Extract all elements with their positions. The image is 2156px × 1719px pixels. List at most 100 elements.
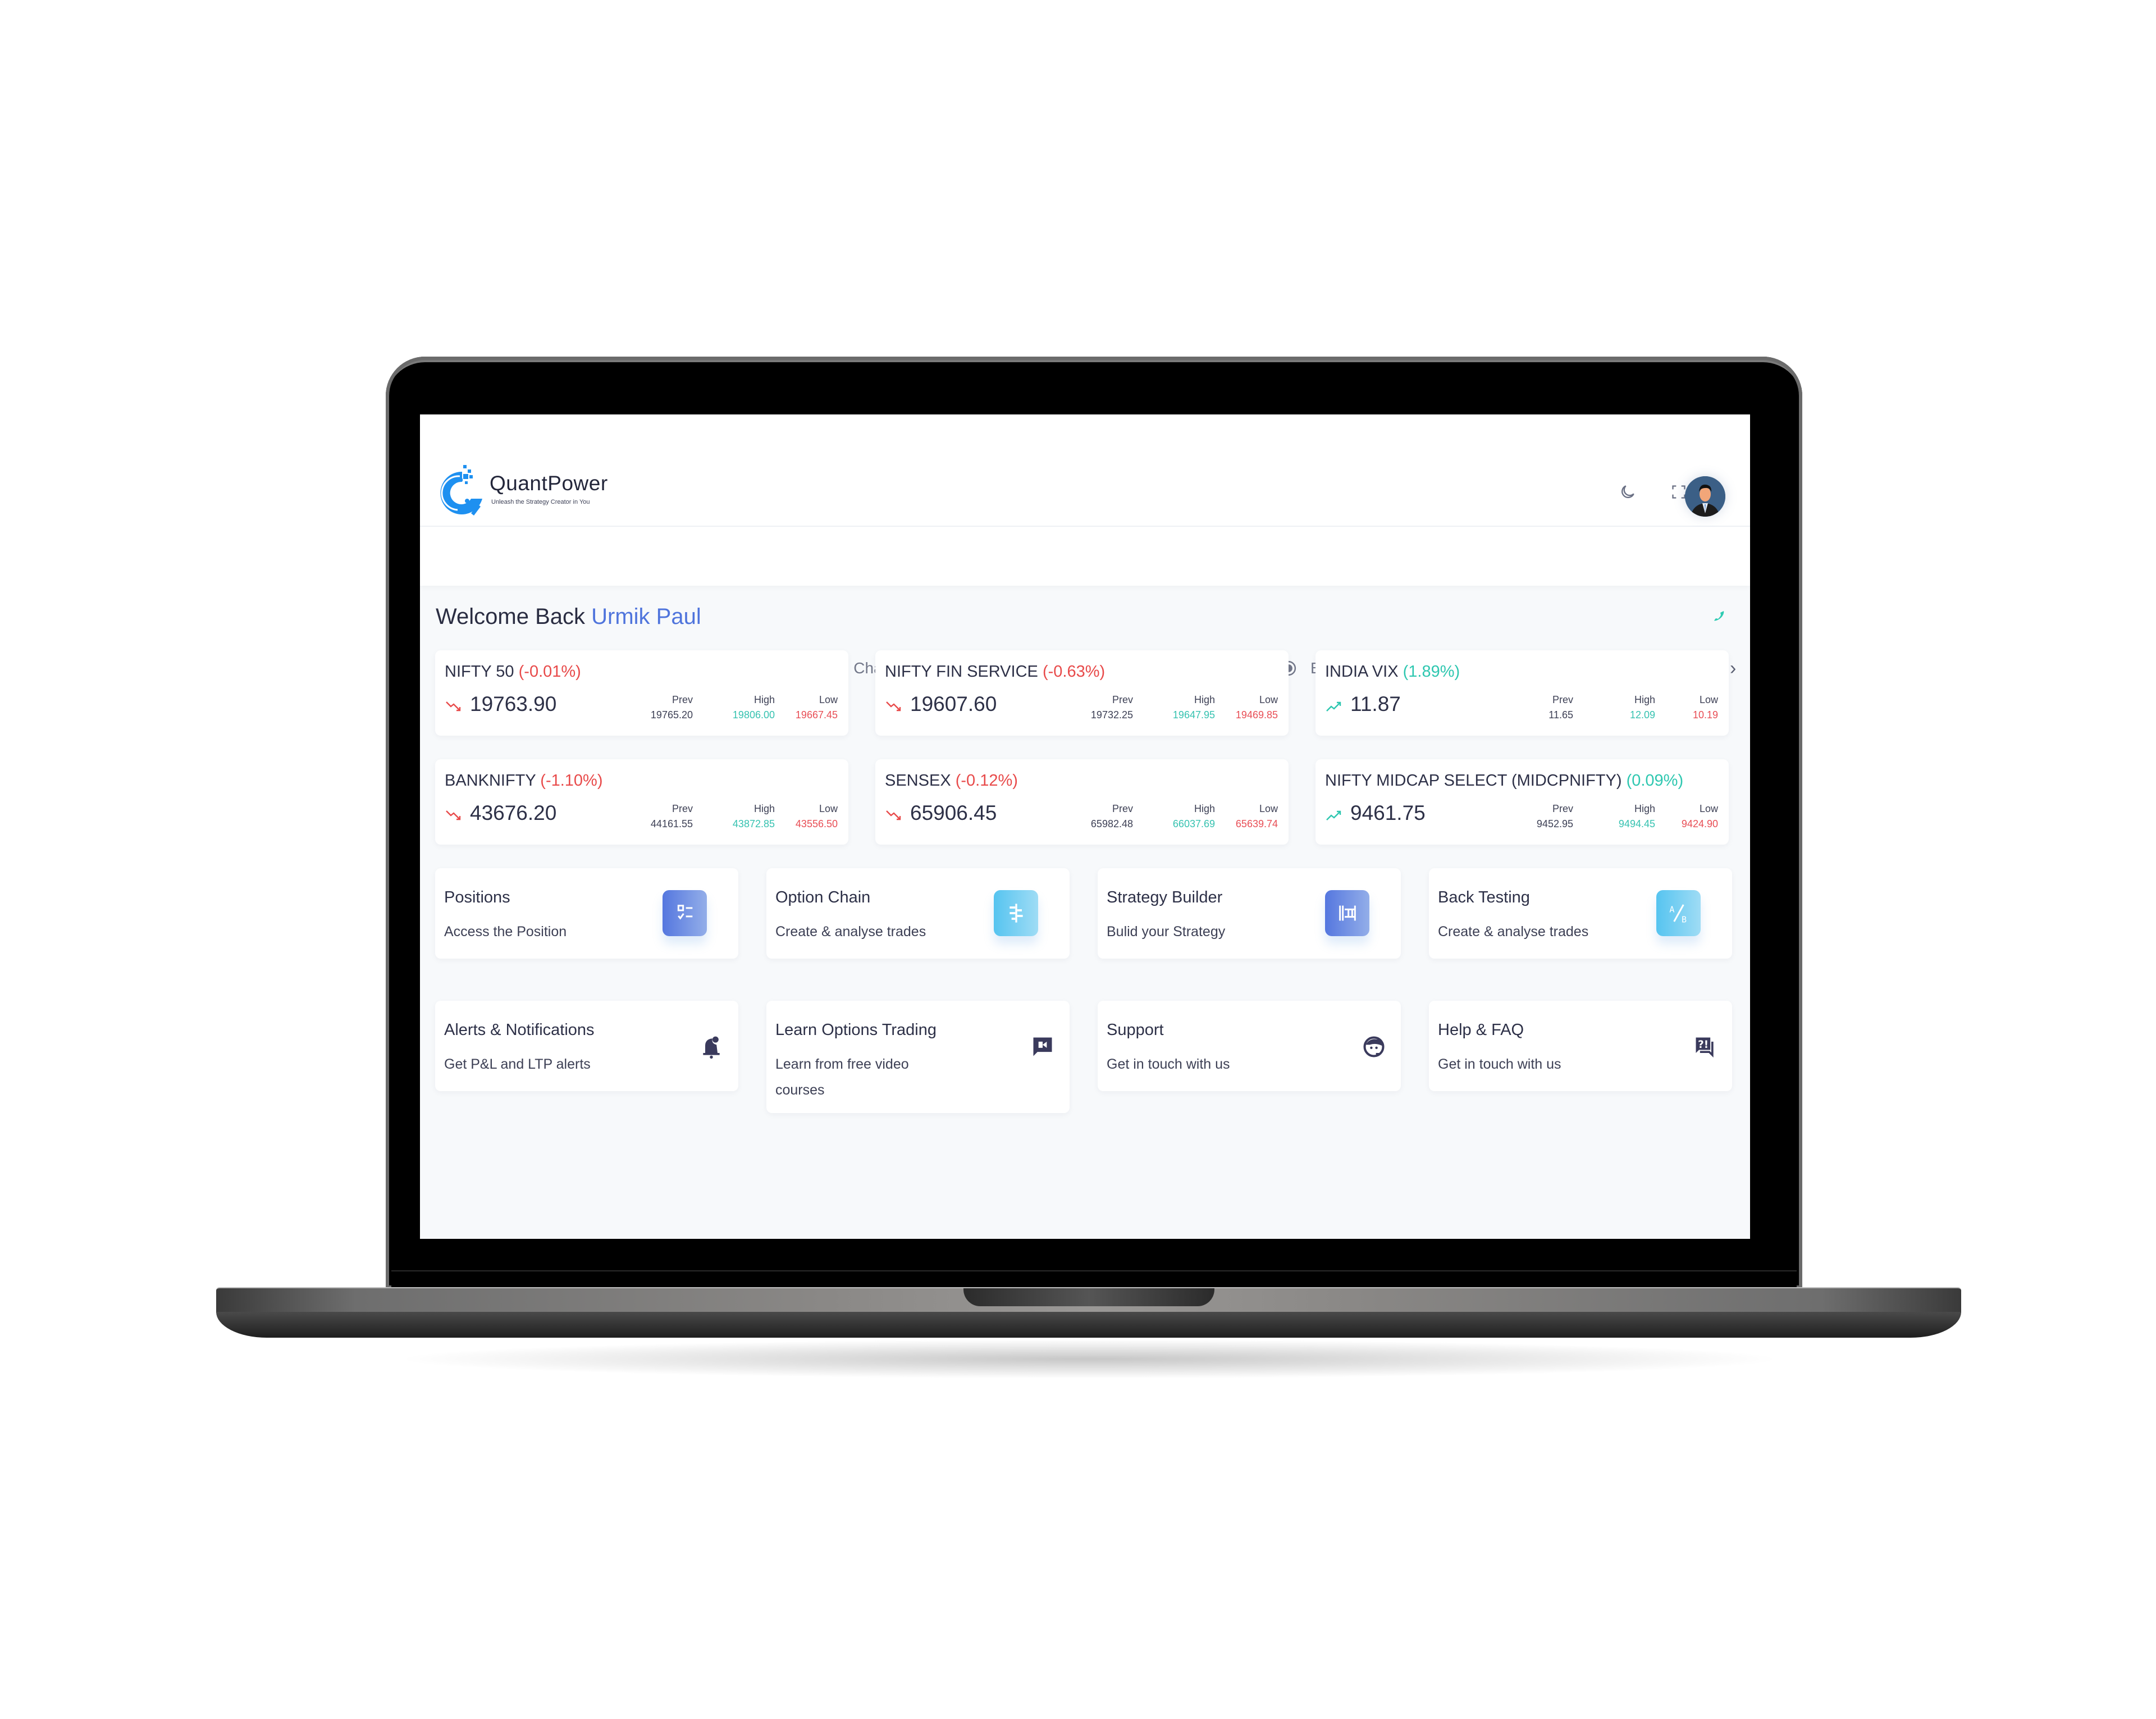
feature-title: Alerts & Notifications: [444, 1021, 595, 1039]
index-name: NIFTY FIN SERVICE (-0.63%): [885, 663, 1105, 681]
stat-value: 65639.74: [1235, 818, 1278, 829]
index-card[interactable]: BANKNIFTY (-1.10%) 43676.20 Prev 44161.55 Hi…: [435, 759, 848, 845]
stat-label: Prev: [672, 694, 693, 705]
laptop-notch: [963, 1288, 1214, 1306]
feature-card[interactable]: Option Chain Create & analyse trades: [766, 868, 1070, 959]
feature-card[interactable]: Help & FAQ Get in touch with us?!: [1429, 1001, 1732, 1091]
index-price: 43676.20: [470, 801, 557, 824]
bell-icon: [699, 1034, 724, 1059]
feature-card[interactable]: Positions Access the Position: [435, 868, 738, 959]
index-price: 19763.90: [470, 692, 557, 715]
main-navbar: Home Index Dashboards ⌄ Option Chain Str…: [420, 527, 1750, 679]
stat-value: 10.19: [1692, 709, 1718, 721]
moon-icon[interactable]: [1619, 483, 1637, 501]
index-change-percent: (1.89%): [1403, 663, 1460, 681]
stat-label: Low: [819, 694, 838, 705]
index-card[interactable]: NIFTY FIN SERVICE (-0.63%) 19607.60 Prev 19…: [875, 650, 1289, 736]
welcome-heading: Welcome Back Urmik Paul: [436, 604, 701, 630]
ab-test-icon: AB: [1656, 890, 1701, 936]
stat-high: High 9494.45: [1593, 803, 1655, 830]
feature-subtitle: Create & analyse trades: [1438, 924, 1589, 940]
feature-subtitle: Create & analyse trades: [775, 924, 926, 940]
faq-icon: ?!: [1693, 1034, 1718, 1059]
strategy-icon: [1325, 890, 1369, 936]
feature-title: Learn Options Trading: [775, 1021, 937, 1039]
stat-value: 66037.69: [1172, 818, 1215, 829]
stat-value: 9494.45: [1618, 818, 1655, 829]
user-avatar[interactable]: [1685, 476, 1725, 517]
option-chain-icon: [994, 890, 1038, 936]
stat-high: High 19647.95: [1153, 694, 1215, 721]
stat-label: Low: [819, 803, 838, 814]
laptop-shadow: [393, 1339, 1785, 1379]
trend-up-icon: [1326, 810, 1341, 820]
index-name: NIFTY 50 (-0.01%): [445, 663, 581, 681]
stat-label: High: [753, 694, 775, 705]
avatar-person-icon: [1685, 476, 1725, 517]
index-change-percent: (-0.12%): [955, 772, 1018, 790]
feature-card[interactable]: Learn Options Trading Learn from free vid…: [766, 1001, 1070, 1113]
phone-icon[interactable]: [1711, 609, 1727, 623]
nav-scroll-right-chevron-icon[interactable]: ›: [1730, 655, 1736, 682]
stat-value: 12.09: [1629, 709, 1655, 721]
index-card[interactable]: INDIA VIX (1.89%) 11.87 Prev 11.65 High 12.09…: [1315, 650, 1729, 736]
stat-value: 44161.55: [650, 818, 693, 829]
stat-label: Low: [1259, 803, 1278, 814]
index-card[interactable]: NIFTY 50 (-0.01%) 19763.90 Prev 19765.20 Hig…: [435, 650, 848, 736]
index-label: INDIA VIX: [1325, 663, 1399, 681]
feature-title: Back Testing: [1438, 888, 1530, 906]
user-name: Urmik Paul: [591, 604, 701, 629]
index-price: 11.87: [1350, 692, 1401, 715]
stat-value: 9452.95: [1536, 818, 1573, 829]
feature-subtitle: Access the Position: [444, 924, 567, 940]
feature-card[interactable]: Alerts & Notifications Get P&L and LTP al…: [435, 1001, 738, 1091]
index-label: BANKNIFTY: [445, 772, 536, 790]
stat-label: Low: [1699, 694, 1718, 705]
index-label: NIFTY FIN SERVICE: [885, 663, 1038, 681]
welcome-prefix: Welcome Back: [436, 604, 586, 629]
stat-value: 43872.85: [732, 818, 775, 829]
stat-label: High: [1194, 803, 1215, 814]
feature-card[interactable]: Support Get in touch with us: [1098, 1001, 1401, 1091]
stat-high: High 19806.00: [713, 694, 775, 721]
feature-title: Option Chain: [775, 888, 871, 906]
trend-down-icon: [446, 810, 461, 820]
index-card[interactable]: NIFTY MIDCAP SELECT (MIDCPNIFTY) (0.09%)…: [1315, 759, 1729, 845]
stat-prev: Prev 19765.20: [631, 694, 693, 721]
quantpower-logo-icon[interactable]: [435, 464, 491, 517]
feature-subtitle: Get P&L and LTP alerts: [444, 1056, 591, 1072]
stat-prev: Prev 11.65: [1511, 694, 1573, 721]
index-label: NIFTY MIDCAP SELECT (MIDCPNIFTY): [1325, 772, 1622, 790]
stat-value: 19667.45: [795, 709, 838, 721]
stat-prev: Prev 65982.48: [1071, 803, 1133, 830]
feature-title: Support: [1107, 1021, 1164, 1039]
checklist-icon: [663, 890, 707, 936]
fullscreen-icon[interactable]: [1671, 484, 1687, 500]
stat-low: Low 43556.50: [776, 803, 838, 830]
svg-text:B: B: [1682, 915, 1687, 924]
stat-label: High: [1194, 694, 1215, 705]
stat-value: 19469.85: [1235, 709, 1278, 721]
trend-up-icon: [1326, 701, 1341, 712]
stat-label: Prev: [672, 803, 693, 814]
feature-subtitle: Get in touch with us: [1438, 1056, 1561, 1072]
stat-prev: Prev 44161.55: [631, 803, 693, 830]
stat-low: Low 19667.45: [776, 694, 838, 721]
index-card[interactable]: SENSEX (-0.12%) 65906.45 Prev 65982.48 High 6…: [875, 759, 1289, 845]
svg-text:A: A: [1669, 904, 1674, 914]
index-change-percent: (0.09%): [1626, 772, 1684, 790]
video-chat-icon: [1030, 1034, 1055, 1059]
stat-low: Low 65639.74: [1216, 803, 1278, 830]
stat-value: 43556.50: [795, 818, 838, 829]
brand-name[interactable]: QuantPower: [490, 472, 608, 495]
stat-label: High: [753, 803, 775, 814]
feature-card[interactable]: Strategy Builder Bulid your Strategy: [1098, 868, 1401, 959]
index-name: SENSEX (-0.12%): [885, 772, 1018, 790]
stat-prev: Prev 19732.25: [1071, 694, 1133, 721]
feature-card[interactable]: Back Testing Create & analyse trades A B: [1429, 868, 1732, 959]
feature-title: Strategy Builder: [1107, 888, 1223, 906]
feature-title: Help & FAQ: [1438, 1021, 1524, 1039]
stat-low: Low 19469.85: [1216, 694, 1278, 721]
index-change-percent: (-0.01%): [518, 663, 581, 681]
stat-label: Prev: [1112, 803, 1133, 814]
